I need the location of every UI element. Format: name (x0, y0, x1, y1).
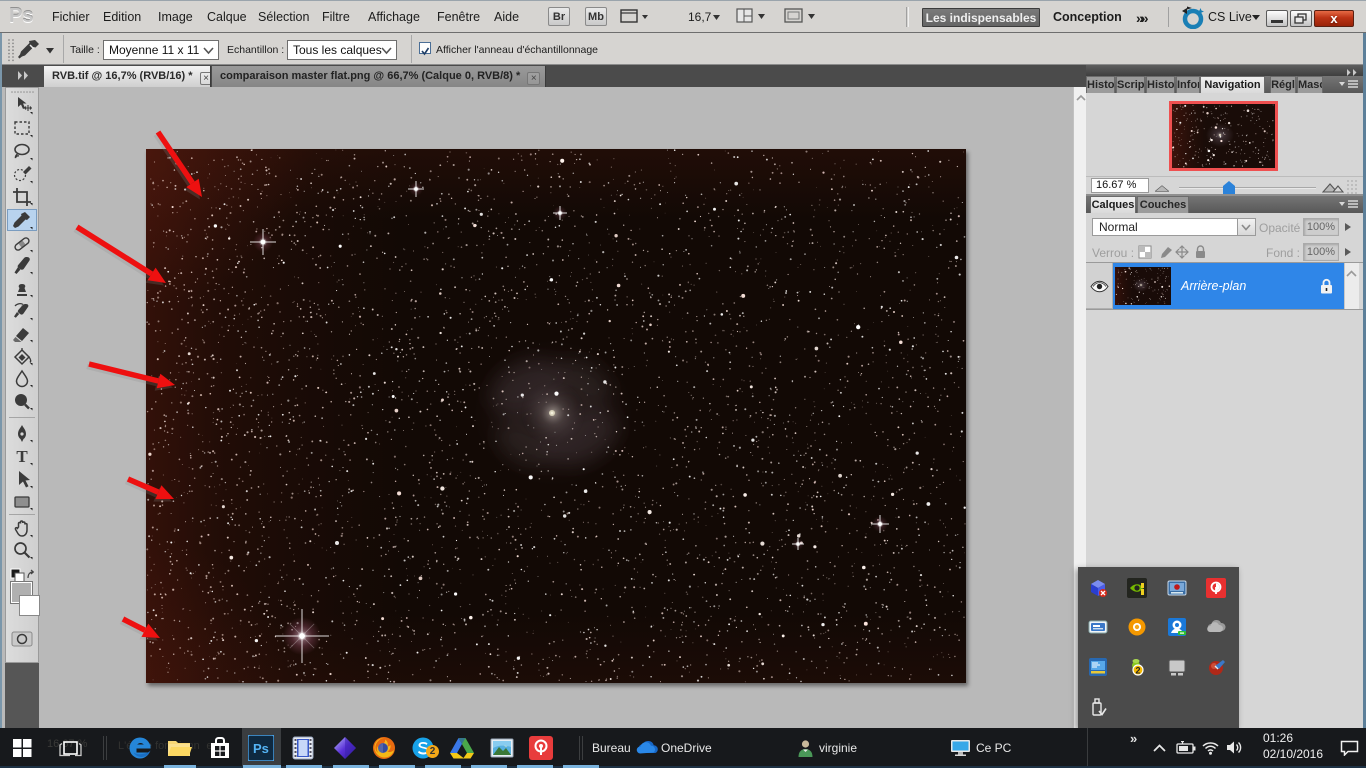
svg-text:T: T (16, 447, 28, 466)
svg-text:2: 2 (1135, 666, 1140, 676)
svg-text:Ps: Ps (253, 741, 269, 756)
